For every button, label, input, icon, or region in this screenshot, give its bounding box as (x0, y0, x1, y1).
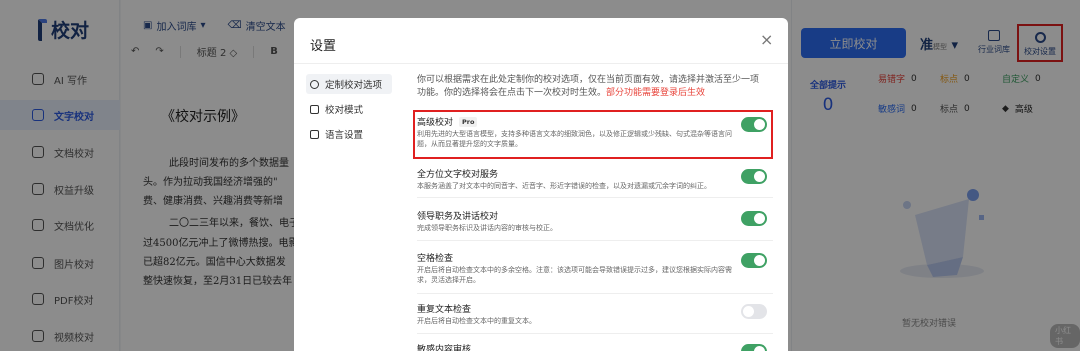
option-desc: 完成领导职务标识及讲话内容的审核与校正。 (417, 224, 557, 232)
option-divider (417, 333, 773, 334)
toggle-switch[interactable] (741, 169, 767, 184)
settings-modal: 设置 × 定制校对选项 校对模式 语言设置 你可以根据需求在此处定制你的校对选项… (294, 18, 788, 351)
option-name: 领导职务及讲话校对 (417, 212, 499, 222)
toggle-switch[interactable] (741, 344, 767, 351)
settings-intro: 你可以根据需求在此处定制你的校对选项，仅在当前页面有效，请选择并激活至少一项功能… (417, 74, 767, 100)
tab-language[interactable]: 语言设置 (306, 124, 392, 144)
toggle-switch[interactable] (741, 211, 767, 226)
settings-intro-text: 你可以根据需求在此处定制你的校对选项，仅在当前页面有效，请选择并激活至少一项功能… (417, 75, 760, 98)
file-icon (310, 104, 319, 114)
tab-custom-options[interactable]: 定制校对选项 (306, 74, 392, 94)
option-divider (417, 293, 773, 294)
option-divider (417, 240, 773, 241)
tab-label: 语言设置 (325, 130, 364, 141)
book-icon (310, 129, 319, 139)
option-name: 全方位文字校对服务 (417, 170, 499, 180)
modal-header-divider (294, 63, 788, 64)
option-desc: 开启后将自动检查文本中的重复文本。 (417, 317, 536, 325)
option-name: 敏感内容审核 (417, 345, 472, 351)
option-desc: 本服务涵盖了对文本中的同音字、近音字、形近字错误的检查，以及对遗漏或冗余字词的纠… (417, 182, 711, 190)
close-icon[interactable]: × (760, 30, 773, 49)
option-divider (417, 197, 773, 198)
option-desc: 开启后将自动检查文本中的多余空格。注意：该选项可能会导致错误提示过多，建议您根据… (417, 266, 732, 284)
option-name: 重复文本检查 (417, 305, 472, 315)
tab-label: 校对模式 (325, 105, 364, 116)
modal-title: 设置 (310, 39, 337, 54)
tab-label: 定制校对选项 (325, 80, 383, 91)
highlight-box (413, 110, 773, 159)
option-name: 空格检查 (417, 254, 454, 264)
toggle-switch[interactable] (741, 304, 767, 319)
settings-icon (310, 79, 319, 89)
toggle-switch[interactable] (741, 253, 767, 268)
login-notice: 部分功能需要登录后生效 (606, 88, 706, 98)
tab-check-mode[interactable]: 校对模式 (306, 99, 392, 119)
